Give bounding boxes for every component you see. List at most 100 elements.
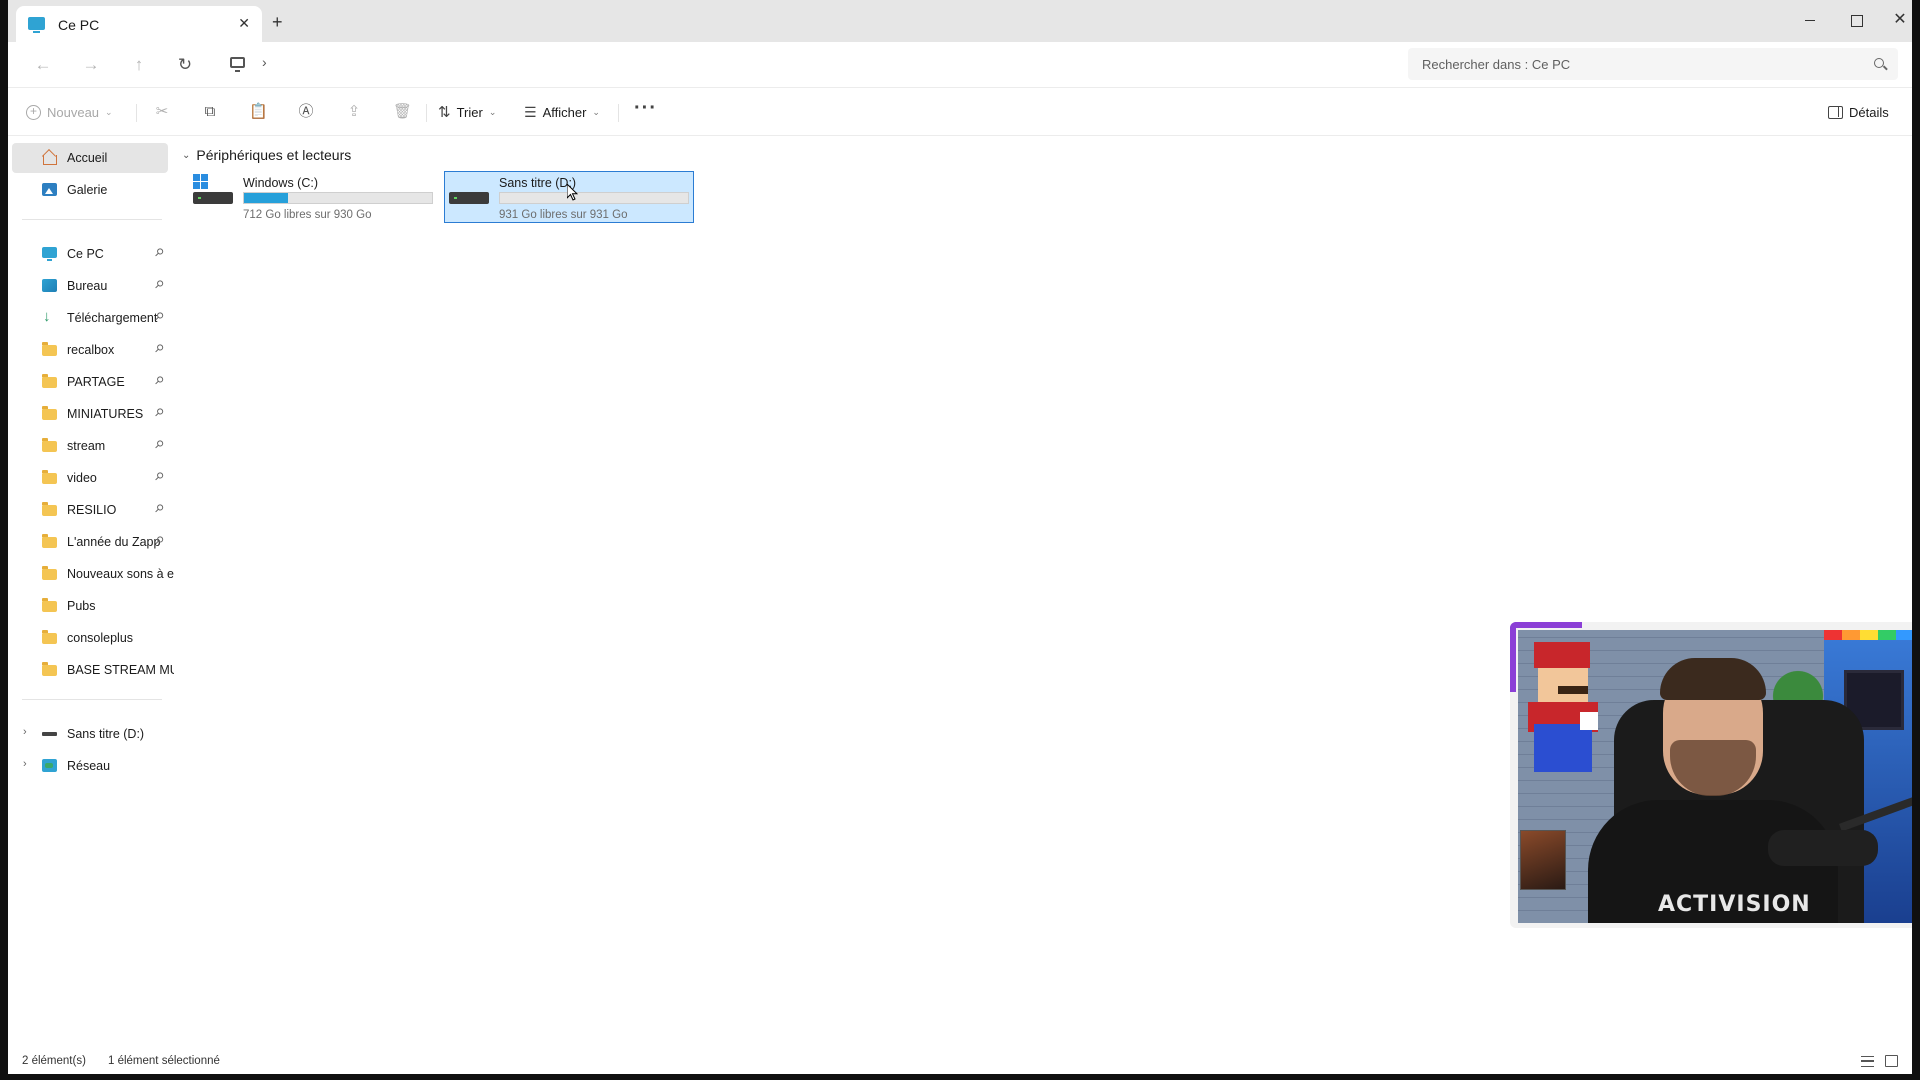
forward-arrow-icon[interactable]: →	[80, 54, 102, 76]
sidebar-item-telechargement[interactable]: Téléchargement⚲	[12, 303, 168, 333]
chevron-down-icon: ⌄	[105, 106, 113, 117]
folder-icon	[42, 438, 57, 452]
sidebar-item-consoleplus[interactable]: consoleplus	[12, 623, 168, 653]
webcam-feed: ACTIVISION	[1518, 630, 1912, 923]
sidebar-item-sans-titre-d[interactable]: › Sans titre (D:)	[12, 719, 168, 749]
paste-icon[interactable]: 📋	[249, 103, 268, 121]
sidebar-item-label: Réseau	[67, 759, 111, 773]
selection-count: 1 élément sélectionné	[108, 1055, 220, 1067]
item-count: 2 élément(s)	[22, 1055, 86, 1067]
sidebar-item-resilio[interactable]: RESILIO ⚲	[12, 495, 168, 525]
folder-icon	[42, 598, 57, 612]
windows-logo-icon	[193, 174, 209, 190]
sidebar-item-pubs[interactable]: Pubs	[12, 591, 168, 621]
drive-usage-bar	[243, 192, 433, 204]
more-options-button[interactable]: ···	[634, 97, 657, 119]
status-bar: 2 élément(s) 1 élément sélectionné	[8, 1050, 1912, 1074]
drive-usage-fill	[244, 193, 288, 203]
refresh-icon[interactable]: ↻	[174, 54, 196, 76]
tab-close-icon[interactable]: ✕	[238, 15, 250, 32]
details-pane-button[interactable]: Détails	[1828, 102, 1889, 122]
sidebar-item-galerie[interactable]: Galerie	[12, 175, 168, 205]
desktop-icon	[42, 279, 57, 292]
hard-drive-icon	[449, 192, 489, 204]
command-bar: + Nouveau ⌄ ✂ ⧉ 📋 Ⓐ ⇪ 🗑 ⇅ Trier ⌄ ☰ Affi…	[8, 88, 1912, 136]
back-arrow-icon[interactable]: ←	[32, 54, 54, 76]
sidebar-item-partage[interactable]: PARTAGE ⚲	[12, 367, 168, 397]
home-icon	[42, 151, 57, 165]
breadcrumb-chevron-icon[interactable]: ›	[262, 54, 267, 70]
new-tab-button[interactable]: +	[272, 13, 283, 31]
drive-tile-c[interactable]: Windows (C:) 712 Go libres sur 930 Go	[188, 171, 438, 223]
tab-ce-pc[interactable]: Ce PC ✕	[16, 6, 262, 42]
drive-name: Windows (C:)	[243, 176, 319, 190]
folder-icon	[42, 470, 57, 484]
sidebar-item-l-annee-du-zapp[interactable]: L'année du Zapp ⚲	[12, 527, 168, 557]
folder-icon	[42, 662, 57, 676]
computer-icon[interactable]	[230, 57, 245, 72]
chevron-right-icon[interactable]: ›	[23, 758, 27, 770]
sidebar-item-recalbox[interactable]: recalbox ⚲	[12, 335, 168, 365]
mouse-cursor-icon	[567, 184, 578, 201]
pc-icon	[42, 247, 57, 261]
rename-icon[interactable]: Ⓐ	[297, 103, 315, 121]
tiles-view-icon[interactable]	[1885, 1055, 1898, 1067]
drive-icon	[42, 732, 57, 736]
drive-free-space: 931 Go libres sur 931 Go	[499, 209, 628, 221]
sidebar-item-label: BASE STREAM MUS	[67, 663, 177, 677]
sidebar-item-ce-pc[interactable]: Ce PC ⚲	[12, 239, 168, 269]
pixel-mario-figure	[1524, 642, 1604, 782]
sidebar-item-nouveaux-sons-a-er[interactable]: Nouveaux sons à er	[12, 559, 177, 589]
maximize-button[interactable]	[1836, 6, 1876, 34]
sidebar-item-accueil[interactable]: Accueil	[12, 143, 168, 173]
new-button[interactable]: + Nouveau ⌄	[26, 102, 113, 122]
sort-label: Trier	[456, 104, 483, 120]
folder-icon	[42, 630, 57, 644]
webcam-overlay: ACTIVISION	[1510, 622, 1912, 928]
file-explorer-window: Ce PC ✕ + ✕ ← → ↑ ↻ › Rechercher dans : …	[8, 0, 1912, 1074]
folder-icon	[42, 374, 57, 388]
close-window-button[interactable]: ✕	[1880, 6, 1912, 34]
details-pane-icon	[1828, 105, 1843, 119]
sort-button[interactable]: ⇅ Trier ⌄	[438, 102, 496, 122]
shirt-logo-text: ACTIVISION	[1658, 892, 1811, 917]
view-icon: ☰	[524, 103, 537, 120]
sidebar-separator	[22, 699, 162, 700]
sidebar-item-label: Sans titre (D:)	[67, 727, 145, 741]
download-icon	[42, 308, 57, 325]
share-icon[interactable]: ⇪	[345, 103, 363, 121]
delete-icon[interactable]: 🗑	[393, 103, 412, 121]
sidebar-item-label: consoleplus	[67, 631, 134, 645]
drive-free-space: 712 Go libres sur 930 Go	[243, 209, 372, 221]
game-box	[1520, 830, 1566, 890]
details-view-icon[interactable]	[1861, 1056, 1874, 1067]
group-title: Périphériques et lecteurs	[196, 147, 352, 163]
view-button[interactable]: ☰ Afficher ⌄	[524, 102, 600, 122]
group-header-devices[interactable]: ⌄ Périphériques et lecteurs	[182, 147, 351, 163]
sidebar-item-stream[interactable]: stream ⚲	[12, 431, 168, 461]
breadcrumb[interactable]: ›	[220, 48, 1400, 80]
up-arrow-icon[interactable]: ↑	[128, 54, 150, 76]
copy-icon[interactable]: ⧉	[201, 103, 219, 121]
title-bar: Ce PC ✕ + ✕	[8, 0, 1912, 42]
sidebar-item-bureau[interactable]: Bureau ⚲	[12, 271, 168, 301]
chevron-down-icon[interactable]: ⌄	[182, 150, 190, 161]
sidebar-item-base-stream-mus[interactable]: BASE STREAM MUS	[12, 655, 177, 685]
search-input[interactable]: Rechercher dans : Ce PC	[1408, 48, 1898, 80]
details-label: Détails	[1849, 104, 1889, 120]
folder-icon	[42, 534, 57, 548]
person-hair	[1660, 658, 1766, 700]
minimize-button[interactable]	[1790, 6, 1830, 34]
pc-icon	[28, 17, 45, 33]
network-icon	[42, 759, 57, 772]
chevron-right-icon[interactable]: ›	[23, 726, 27, 738]
command-separator	[426, 104, 427, 122]
command-separator	[618, 104, 619, 122]
sidebar-item-reseau[interactable]: › Réseau	[12, 751, 168, 781]
sidebar-item-miniatures[interactable]: MINIATURES ⚲	[12, 399, 168, 429]
search-icon[interactable]	[1874, 58, 1884, 68]
navigation-pane: Accueil Galerie Ce PC⚲Bureau⚲Téléchargemen…	[8, 137, 177, 1057]
folder-icon	[42, 566, 57, 580]
sidebar-item-video[interactable]: video ⚲	[12, 463, 168, 493]
cut-icon[interactable]: ✂	[153, 103, 171, 121]
